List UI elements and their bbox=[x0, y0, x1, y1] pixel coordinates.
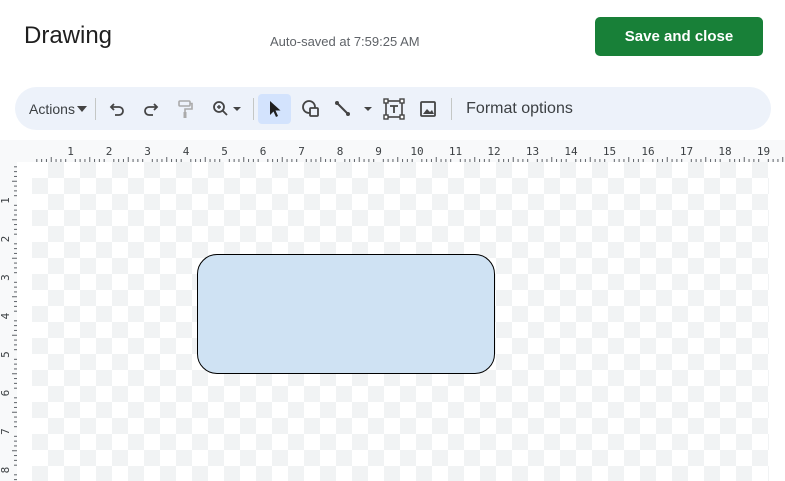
toolbar-divider bbox=[95, 98, 96, 120]
line-tool-button[interactable] bbox=[333, 94, 373, 124]
ruler-label: 1 bbox=[0, 197, 12, 204]
ruler-label: 17 bbox=[680, 145, 693, 158]
page-title: Drawing bbox=[24, 22, 113, 49]
ruler-label: 3 bbox=[0, 274, 12, 281]
paint-format-icon bbox=[178, 100, 193, 118]
image-button[interactable] bbox=[415, 94, 441, 124]
ruler-label: 19 bbox=[757, 145, 770, 158]
save-and-close-button[interactable]: Save and close bbox=[595, 17, 763, 56]
redo-icon bbox=[144, 103, 159, 116]
ruler-label: 18 bbox=[718, 145, 731, 158]
select-icon bbox=[269, 101, 280, 117]
text-box-icon bbox=[383, 98, 405, 120]
actions-menu[interactable]: Actions bbox=[25, 94, 91, 124]
select-tool-button[interactable] bbox=[258, 94, 291, 124]
line-icon bbox=[335, 101, 372, 116]
undo-button[interactable] bbox=[105, 94, 129, 124]
image-icon bbox=[420, 101, 436, 117]
vertical-ruler: 1 2 3 4 5 6 7 8 bbox=[0, 162, 17, 481]
ruler-label: 12 bbox=[487, 145, 500, 158]
ruler-label: 10 bbox=[410, 145, 423, 158]
drawing-toolbar: Actions Format options bbox=[15, 87, 771, 130]
ruler-label: 1 bbox=[67, 145, 74, 158]
ruler-label: 11 bbox=[449, 145, 462, 158]
shape-icon bbox=[302, 100, 319, 117]
ruler-label: 13 bbox=[526, 145, 539, 158]
ruler-label: 7 bbox=[298, 145, 305, 158]
horizontal-ruler: 1 2 3 4 5 6 7 8 9 10 11 12 13 14 15 16 17 18 19 bbox=[0, 140, 785, 162]
ruler-label: 2 bbox=[106, 145, 113, 158]
ruler-label: 16 bbox=[641, 145, 654, 158]
ruler-label: 7 bbox=[0, 428, 12, 435]
zoom-icon bbox=[213, 101, 241, 116]
ruler-label: 6 bbox=[260, 145, 267, 158]
redo-button[interactable] bbox=[139, 94, 163, 124]
ruler-label: 8 bbox=[0, 467, 12, 474]
ruler-label: 15 bbox=[603, 145, 616, 158]
undo-icon bbox=[109, 103, 124, 116]
ruler-label: 9 bbox=[375, 145, 382, 158]
actions-menu-label: Actions bbox=[29, 101, 75, 117]
ruler-label: 6 bbox=[0, 390, 12, 397]
ruler-label: 3 bbox=[144, 145, 151, 158]
ruler-label: 4 bbox=[0, 312, 12, 319]
rounded-rectangle-shape[interactable] bbox=[197, 254, 495, 374]
text-box-button[interactable] bbox=[381, 94, 407, 124]
ruler-label: 4 bbox=[183, 145, 190, 158]
toolbar-divider bbox=[451, 98, 452, 120]
ruler-label: 2 bbox=[0, 236, 12, 243]
ruler-label: 8 bbox=[337, 145, 344, 158]
chevron-down-icon bbox=[76, 106, 87, 112]
ruler-label: 5 bbox=[221, 145, 228, 158]
horizontal-ruler-ticks: 1 2 3 4 5 6 7 8 9 10 11 12 13 14 15 16 17 18 19 bbox=[36, 145, 784, 162]
vertical-ruler-ticks: 1 2 3 4 5 6 7 8 bbox=[0, 166, 17, 481]
zoom-button[interactable] bbox=[207, 94, 247, 124]
drawing-header: Drawing Auto-saved at 7:59:25 AM Save an… bbox=[0, 0, 785, 82]
ruler-label: 5 bbox=[0, 351, 12, 358]
paint-format-button[interactable] bbox=[173, 94, 197, 124]
autosave-status: Auto-saved at 7:59:25 AM bbox=[270, 34, 420, 49]
format-options-button[interactable]: Format options bbox=[462, 94, 577, 124]
toolbar-divider bbox=[253, 98, 254, 120]
shape-tool-button[interactable] bbox=[297, 94, 325, 124]
ruler-label: 14 bbox=[564, 145, 578, 158]
